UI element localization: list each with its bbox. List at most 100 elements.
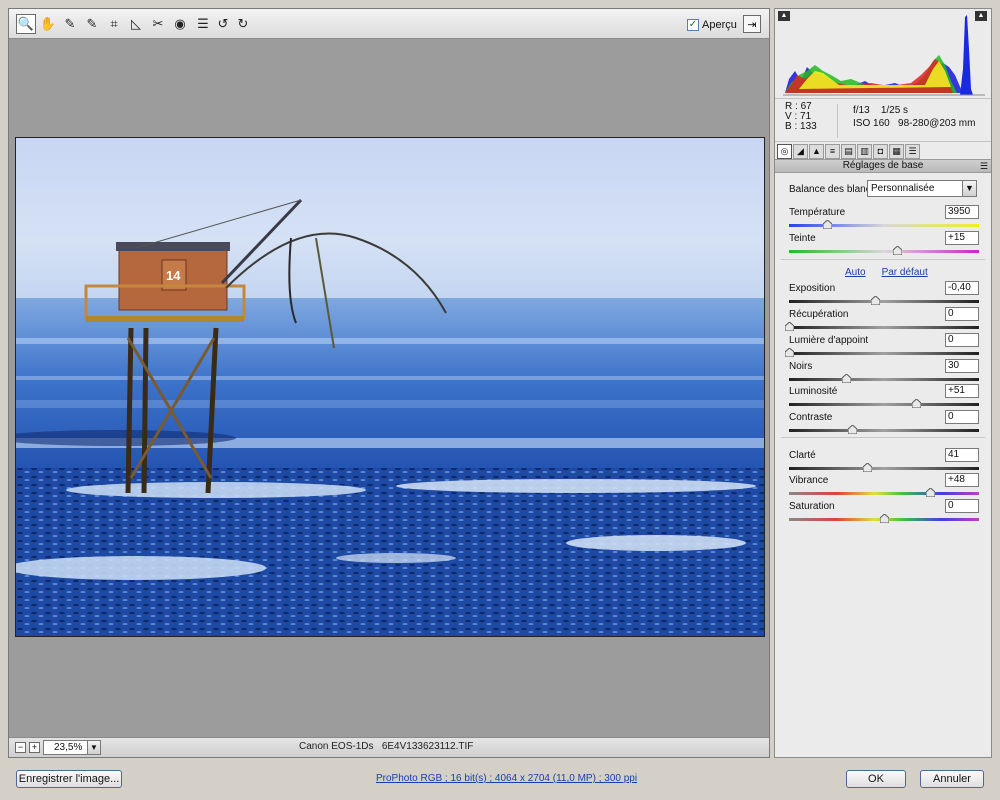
temperature-value-field[interactable]: 3950: [945, 205, 979, 219]
fill-light-value-field[interactable]: 0: [945, 333, 979, 347]
white-balance-icon: ✎: [64, 16, 76, 31]
blacks-value-field[interactable]: 30: [945, 359, 979, 373]
rotate-left-tool[interactable]: ↺: [213, 14, 233, 34]
tab-presets[interactable]: ▦: [889, 143, 904, 159]
vibrance-thumb[interactable]: [925, 488, 935, 497]
photo-canvas: 14: [16, 138, 764, 636]
contrast-label: Contraste: [789, 412, 833, 423]
white-balance-select[interactable]: Personnalisée ▼: [867, 180, 977, 197]
vibrance-slider: Vibrance +48: [789, 473, 979, 499]
color-sampler-icon: ✎: [86, 16, 98, 31]
hand-icon: ✋: [39, 16, 57, 31]
temperature-thumb[interactable]: [823, 220, 832, 229]
fullscreen-button[interactable]: ⇥: [743, 15, 761, 33]
color-sampler-tool[interactable]: ✎: [82, 14, 102, 34]
crop-icon: ⌗: [110, 16, 118, 31]
temperature-slider: Température 3950: [789, 205, 979, 231]
file-name: 6E4V133623112.TIF: [381, 741, 474, 752]
panel-title-bar: Réglages de base ☰: [775, 159, 991, 173]
fill-light-thumb[interactable]: [785, 348, 794, 357]
fill-light-label: Lumière d'appoint: [789, 335, 869, 346]
saturation-label: Saturation: [789, 501, 835, 512]
hand-tool[interactable]: ✋: [38, 14, 58, 34]
exif-info: f/13 1/25 s ISO 160 98-280@203 mm: [853, 104, 975, 130]
exposure-thumb[interactable]: [870, 296, 880, 305]
preview-label: Aperçu: [702, 19, 737, 31]
zoom-in-button[interactable]: +: [29, 742, 40, 753]
tint-thumb[interactable]: [893, 246, 903, 255]
workspace-status-bar: − + 23,5% ▼ Canon EOS-1Ds 6E4V133623112.…: [9, 737, 769, 757]
clarity-slider: Clarté 41: [789, 448, 979, 474]
image-preview[interactable]: 14: [15, 137, 765, 637]
temperature-label: Température: [789, 207, 846, 218]
clarity-value-field[interactable]: 41: [945, 448, 979, 462]
brightness-track[interactable]: [789, 403, 979, 406]
zoom-level-select[interactable]: 23,5% ▼: [43, 740, 101, 755]
recovery-value-field[interactable]: 0: [945, 307, 979, 321]
auto-link[interactable]: Auto: [845, 267, 866, 278]
rotate-right-icon: ↻: [237, 16, 249, 31]
zoom-tool[interactable]: 🔍: [16, 14, 36, 34]
blacks-thumb[interactable]: [842, 374, 851, 383]
tint-value-field[interactable]: +15: [945, 231, 979, 245]
cancel-button[interactable]: Annuler: [920, 770, 984, 788]
white-balance-tool[interactable]: ✎: [60, 14, 80, 34]
histogram: ▲ ▲: [775, 9, 991, 99]
histogram-chart: [783, 15, 985, 96]
tab-basic[interactable]: ◎: [777, 143, 792, 159]
vibrance-value-field[interactable]: +48: [945, 473, 979, 487]
rotate-right-tool[interactable]: ↻: [233, 14, 253, 34]
workflow-options-link[interactable]: ProPhoto RGB ; 16 bit(s) ; 4064 x 2704 (…: [376, 773, 637, 784]
tab-camera-calibration[interactable]: ◘: [873, 143, 888, 159]
b-label: B :: [785, 121, 798, 132]
panel-menu-icon[interactable]: ☰: [980, 161, 988, 171]
zoom-out-button[interactable]: −: [15, 742, 26, 753]
preferences-tool[interactable]: ☰: [193, 14, 213, 34]
exposure-track[interactable]: [789, 300, 979, 303]
saturation-slider: Saturation 0: [789, 499, 979, 525]
retouch-tool[interactable]: ✂: [148, 14, 168, 34]
highlight-clipping-icon[interactable]: ▲: [975, 11, 987, 21]
blacks-track[interactable]: [789, 378, 979, 381]
tab-hsl[interactable]: ≡: [825, 143, 840, 159]
recovery-track[interactable]: [789, 326, 979, 329]
preferences-icon: ☰: [197, 16, 209, 31]
recovery-thumb[interactable]: [785, 322, 794, 331]
rgb-values: R : 67 V : 71 B : 133: [785, 102, 817, 132]
zoom-icon: 🔍: [17, 16, 35, 31]
default-link[interactable]: Par défaut: [882, 267, 928, 278]
tab-detail[interactable]: ▲: [809, 143, 824, 159]
tab-split-toning[interactable]: ▤: [841, 143, 856, 159]
save-image-button[interactable]: Enregistrer l'image...: [16, 770, 122, 788]
brightness-value-field[interactable]: +51: [945, 384, 979, 398]
blacks-label: Noirs: [789, 361, 813, 372]
tab-tone-curve[interactable]: ◢: [793, 143, 808, 159]
vibrance-track[interactable]: [789, 492, 979, 495]
shadow-clipping-icon[interactable]: ▲: [778, 11, 790, 21]
temperature-track[interactable]: [789, 224, 979, 227]
straighten-tool[interactable]: ◺: [126, 14, 146, 34]
crop-tool[interactable]: ⌗: [104, 14, 124, 34]
retouch-icon: ✂: [152, 16, 164, 31]
clarity-track[interactable]: [789, 467, 979, 470]
exposure-value-field[interactable]: -0,40: [945, 281, 979, 295]
preview-toggle[interactable]: ✓ Aperçu: [687, 17, 737, 33]
vibrance-label: Vibrance: [789, 475, 829, 486]
tab-lens-corrections[interactable]: ▥: [857, 143, 872, 159]
ok-button[interactable]: OK: [846, 770, 906, 788]
tab-snapshots[interactable]: ☰: [905, 143, 920, 159]
hut-number: 14: [166, 268, 181, 283]
iso-value: ISO 160: [853, 118, 890, 129]
preview-checkbox[interactable]: ✓: [687, 19, 699, 31]
saturation-value-field[interactable]: 0: [945, 499, 979, 513]
contrast-track[interactable]: [789, 429, 979, 432]
red-eye-tool[interactable]: ◉: [170, 14, 190, 34]
clarity-thumb[interactable]: [862, 463, 872, 472]
fill-light-track[interactable]: [789, 352, 979, 355]
saturation-thumb[interactable]: [880, 514, 889, 523]
contrast-thumb[interactable]: [847, 425, 857, 434]
image-workspace: 🔍 ✋ ✎ ✎ ⌗ ◺ ✂ ◉ ☰ ↺ ↻ ✓ Aperçu ⇥ 14 − + …: [8, 8, 770, 758]
tint-track[interactable]: [789, 250, 979, 253]
contrast-value-field[interactable]: 0: [945, 410, 979, 424]
brightness-thumb[interactable]: [912, 399, 922, 408]
